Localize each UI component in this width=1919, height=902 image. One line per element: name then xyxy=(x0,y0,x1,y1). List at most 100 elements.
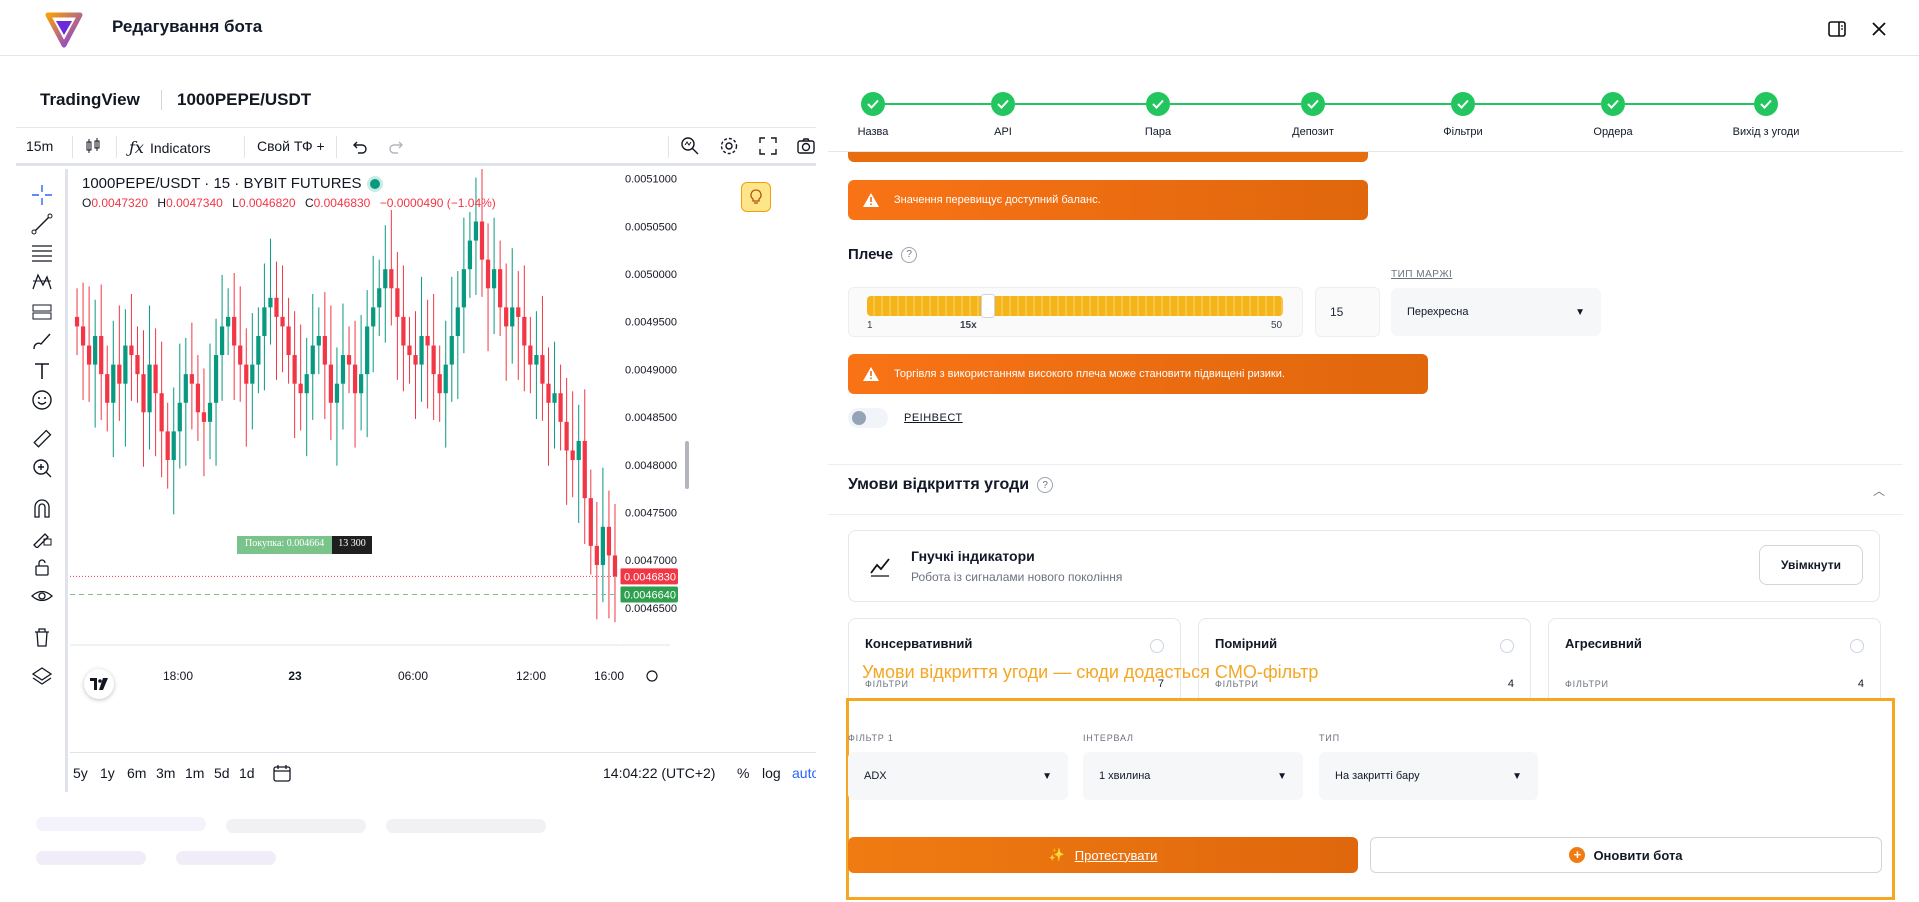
layers-icon[interactable] xyxy=(30,663,54,687)
crosshair-icon[interactable] xyxy=(30,183,54,207)
test-button[interactable]: ✨ Протестувати xyxy=(848,837,1358,873)
date-range-icon[interactable] xyxy=(272,763,292,786)
custom-tf-button[interactable]: Свой ТФ + xyxy=(257,138,325,154)
filter-select[interactable]: ADX ▼ xyxy=(848,752,1068,800)
candle-body xyxy=(358,374,364,394)
undo-icon[interactable] xyxy=(350,137,368,155)
fullscreen-icon[interactable] xyxy=(758,136,778,156)
range-5d[interactable]: 5d xyxy=(214,765,230,781)
candle-body xyxy=(498,269,503,308)
candle-body xyxy=(437,374,442,394)
check-icon xyxy=(1301,92,1325,116)
open-conditions-header[interactable]: Умови відкриття угоди ? xyxy=(848,476,1054,494)
step-3[interactable]: Пара xyxy=(1113,92,1203,138)
range-1d[interactable]: 1d xyxy=(239,765,255,781)
enable-button[interactable]: Увімкнути xyxy=(1759,545,1863,585)
log-toggle[interactable]: log xyxy=(762,765,781,781)
y-tick-label: 0.0050000 xyxy=(625,269,677,281)
pattern-icon[interactable] xyxy=(30,270,54,294)
update-bot-button[interactable]: + Оновити бота xyxy=(1370,837,1882,873)
fib-retracement-icon[interactable] xyxy=(30,241,54,265)
candle-body xyxy=(340,355,346,384)
magnet-icon[interactable] xyxy=(30,496,54,520)
radio-button[interactable] xyxy=(1500,639,1514,653)
step-2[interactable]: API xyxy=(958,92,1048,138)
interval-select[interactable]: 1 хвилина ▼ xyxy=(1083,752,1303,800)
candle-body xyxy=(558,393,563,422)
range-3m[interactable]: 3m xyxy=(156,765,175,781)
divider xyxy=(244,136,245,158)
lightbulb-icon[interactable] xyxy=(741,182,771,212)
text-icon[interactable] xyxy=(30,359,54,383)
candle-body xyxy=(600,526,606,565)
indicators-button[interactable]: ƒx Indicators xyxy=(129,138,211,157)
brush-icon[interactable] xyxy=(30,329,54,353)
reinvest-toggle[interactable] xyxy=(848,408,888,428)
radio-button[interactable] xyxy=(1150,639,1164,653)
tradingview-logo-icon[interactable] xyxy=(84,669,114,699)
chevron-up-icon[interactable]: ︿ xyxy=(1873,482,1885,499)
step-5[interactable]: Фільтри xyxy=(1418,92,1508,138)
reinvest-label[interactable]: РЕІНВЕСТ xyxy=(904,412,963,424)
candle-body xyxy=(346,355,352,365)
open-value: 0.0047320 xyxy=(91,196,149,210)
margin-type-select[interactable]: Перехресна ▼ xyxy=(1391,288,1601,336)
ruler-icon[interactable] xyxy=(30,427,54,451)
step-6[interactable]: Ордера xyxy=(1568,92,1658,138)
type-select[interactable]: На закритті бару ▼ xyxy=(1319,752,1538,800)
strategy-card-aggressive[interactable]: Агресивний ФІЛЬТРИ 4 xyxy=(1548,618,1881,708)
flex-indicators-title: Гнучкі індикатори xyxy=(911,548,1035,564)
help-icon[interactable]: ? xyxy=(901,246,918,263)
step-4[interactable]: Депозит xyxy=(1268,92,1358,138)
lock-icon[interactable] xyxy=(30,555,54,579)
candle-body xyxy=(371,307,376,327)
range-1y[interactable]: 1y xyxy=(100,765,115,781)
step-label: Пара xyxy=(1144,126,1172,138)
help-icon[interactable]: ? xyxy=(1037,477,1054,493)
camera-icon[interactable] xyxy=(796,136,816,156)
slider-current: 15x xyxy=(960,320,977,331)
price-chart[interactable]: 0.0051000 0.0050500 0.0050000 0.0049500 0.00… xyxy=(70,169,816,729)
candlestick-chart[interactable]: 0.0051000 0.0050500 0.0050000 0.0049500 0.00… xyxy=(70,169,816,729)
step-7[interactable]: Вихід з угоди xyxy=(1721,92,1811,138)
y-tick-label: 0.0048000 xyxy=(625,460,677,472)
candle-body xyxy=(147,364,152,413)
tv-brand: TradingView xyxy=(40,90,140,109)
leverage-slider[interactable]: 1 15x 50 xyxy=(848,287,1303,337)
timeframe-button[interactable]: 15m xyxy=(26,138,53,154)
candle-body xyxy=(165,431,170,461)
candle-body xyxy=(159,393,164,432)
range-1m[interactable]: 1m xyxy=(185,765,204,781)
range-6m[interactable]: 6m xyxy=(127,765,146,781)
eye-icon[interactable] xyxy=(30,584,54,608)
slider-track[interactable] xyxy=(867,296,1283,316)
tv-bottom-bar: 5y 1y 6m 3m 1m 5d 1d 14:04:22 (UTC+2) % … xyxy=(70,752,816,792)
tv-symbol[interactable]: 1000PEPE/USDT xyxy=(177,90,311,110)
trash-icon[interactable] xyxy=(30,625,54,649)
prediction-icon[interactable] xyxy=(30,300,54,324)
slider-thumb[interactable] xyxy=(980,294,995,318)
zoom-in-icon[interactable] xyxy=(30,456,54,480)
close-icon[interactable] xyxy=(1866,16,1892,42)
open-conditions-title: Умови відкриття угоди xyxy=(848,476,1030,493)
emoji-icon[interactable] xyxy=(30,388,54,412)
step-1[interactable]: Назва xyxy=(828,92,918,138)
divider xyxy=(668,136,669,158)
redo-icon[interactable] xyxy=(388,137,406,155)
warning-banner-partial xyxy=(848,152,1368,162)
leverage-input[interactable]: 15 xyxy=(1315,287,1380,337)
auto-toggle[interactable]: auto xyxy=(792,765,816,781)
radio-button[interactable] xyxy=(1850,639,1864,653)
order-line-label[interactable]: Покупка: 0.004664 13 300 xyxy=(237,536,372,554)
clock-time[interactable]: 14:04:22 (UTC+2) xyxy=(603,765,715,781)
gear-icon[interactable] xyxy=(719,136,739,156)
panel-toggle-icon[interactable] xyxy=(1824,16,1850,42)
candle-type-icon[interactable] xyxy=(84,137,102,155)
range-5y[interactable]: 5y xyxy=(73,765,88,781)
lock-pencil-icon[interactable] xyxy=(30,525,54,549)
x-tick-label: 16:00 xyxy=(594,669,624,683)
trend-line-icon[interactable] xyxy=(30,212,54,236)
percent-toggle[interactable]: % xyxy=(737,765,749,781)
x-tick-label: 23 xyxy=(288,669,302,683)
quick-search-icon[interactable] xyxy=(680,136,700,156)
